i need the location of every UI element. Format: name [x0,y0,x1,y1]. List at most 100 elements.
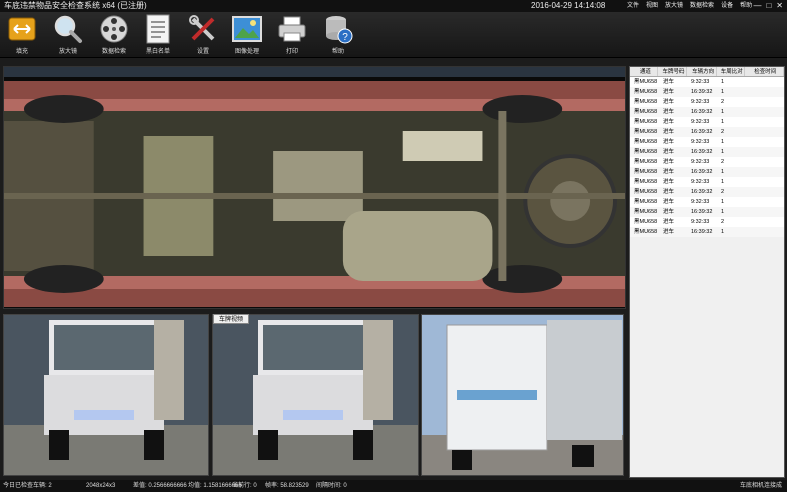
cell-compare: 2 [721,219,725,225]
col-channel[interactable]: 通道 [630,67,658,76]
cell-time: 9:32:33 [691,99,710,105]
col-plate[interactable]: 车牌号码 [658,67,688,76]
table-row[interactable]: 黑MU658 进车 16:39:32 1 [630,227,784,237]
status-bar: 今日已检查车辆: 2 2048x24x3 差值: 0.2566666666 均值… [0,480,787,492]
blacklist-label: 黑白名单 [145,49,170,55]
close-button[interactable]: ✕ [776,0,783,12]
table-row[interactable]: 黑MU658 进车 16:39:32 2 [630,127,784,137]
table-row[interactable]: 黑MU658 进车 16:39:32 1 [630,147,784,157]
status-resolution: 2048x24x3 [86,483,116,489]
data-search-button[interactable]: 数据检索 [92,14,136,56]
menu-device[interactable]: 设备 [721,0,733,12]
fill-button[interactable]: 填充 [0,14,44,56]
settings-button[interactable]: 设置 [181,14,225,56]
film-reel-icon [99,14,129,44]
image-process-button[interactable]: 图像处理 [225,14,269,56]
cell-compare: 1 [721,199,725,205]
table-row[interactable]: 黑MU658 进车 16:39:32 1 [630,207,784,217]
list-document-icon [143,14,173,44]
cell-compare: 1 [721,89,725,95]
cell-direction: 进车 [663,79,675,85]
minimize-button[interactable]: — [753,0,761,12]
cell-plate: 黑MU658 [634,219,658,225]
table-row[interactable]: 黑MU658 进车 16:39:32 1 [630,87,784,97]
cell-plate: 黑MU658 [634,99,658,105]
cell-direction: 进车 [663,179,675,185]
cell-compare: 1 [721,209,725,215]
magnifier-button[interactable]: 放大镜 [46,14,90,56]
truck-front-image-1 [4,315,208,475]
table-row[interactable]: 黑MU658 进车 9:32:33 1 [630,177,784,187]
menu-file[interactable]: 文件 [627,0,639,12]
cell-time: 16:39:32 [691,209,713,215]
table-row[interactable]: 黑MU658 进车 9:32:33 1 [630,137,784,147]
cell-compare: 2 [721,99,725,105]
cell-time: 16:39:32 [691,189,713,195]
print-button[interactable]: 打印 [270,14,314,56]
status-current-row: 当前行: 0 [232,483,257,489]
table-row[interactable]: 黑MU658 进车 9:32:33 2 [630,157,784,167]
scan-header-strip [4,67,625,77]
table-row[interactable]: 黑MU658 进车 16:39:32 1 [630,107,784,117]
print-label: 打印 [285,49,298,55]
window-title: 车底违禁物品安全检查系统 x64 (已注册) [4,1,147,10]
inspection-record-table[interactable]: 通道 车牌号码 车辆方向 车周比对 检查时间 黑MU658 进车 9:32:33 1 黑… [629,66,785,478]
data-search-label: 数据检索 [101,49,126,55]
cell-plate: 黑MU658 [634,139,658,145]
help-label: 帮助 [331,49,344,55]
cell-compare: 2 [721,189,725,195]
col-time[interactable]: 检查时间 [745,67,784,76]
magnifier-icon [53,14,83,44]
status-diff: 差值: 0.2566666666 [133,483,187,489]
table-row[interactable]: 黑MU658 进车 9:32:33 2 [630,217,784,227]
cell-time: 16:39:32 [691,129,713,135]
printer-icon [277,14,307,44]
cell-time: 9:32:33 [691,119,710,125]
window-controls: — □ ✕ [753,0,783,12]
magnifier-label: 放大镜 [58,49,77,55]
status-interval: 间隔时间: 0 [316,483,347,489]
status-count: 今日已检查车辆: 2 [3,483,52,489]
fill-label: 填充 [15,49,28,55]
cell-direction: 进车 [663,109,675,115]
camera-feed-1[interactable] [3,314,209,476]
cell-time: 16:39:32 [691,109,713,115]
cell-direction: 进车 [663,189,675,195]
cell-compare: 1 [721,149,725,155]
cell-plate: 黑MU658 [634,179,658,185]
tab-plate-video[interactable]: 车牌视频 [213,314,249,324]
menu-data-search[interactable]: 数据检索 [690,0,714,12]
blacklist-button[interactable]: 黑白名单 [136,14,180,56]
cell-direction: 进车 [663,149,675,155]
menu-help[interactable]: 帮助 [740,0,752,12]
undercarriage-image [4,81,625,307]
settings-label: 设置 [196,49,209,55]
cell-direction: 进车 [663,169,675,175]
cell-direction: 进车 [663,159,675,165]
menu-bar: 文件 视图 放大镜 数据检索 设备 帮助 [627,0,759,12]
table-row[interactable]: 黑MU658 进车 16:39:32 1 [630,167,784,177]
table-row[interactable]: 黑MU658 进车 9:32:33 1 [630,197,784,207]
menu-view[interactable]: 视图 [646,0,658,12]
cell-plate: 黑MU658 [634,169,658,175]
status-fps: 帧率: 58.823529 [265,483,309,489]
table-row[interactable]: 黑MU658 进车 9:32:33 1 [630,117,784,127]
camera-feed-3[interactable] [421,314,624,476]
table-row[interactable]: 黑MU658 进车 9:32:33 2 [630,97,784,107]
maximize-button[interactable]: □ [766,0,771,12]
cell-plate: 黑MU658 [634,149,658,155]
col-direction[interactable]: 车辆方向 [687,67,717,76]
col-compare[interactable]: 车周比对 [717,67,745,76]
menu-magnifier[interactable]: 放大镜 [665,0,683,12]
svg-text:?: ? [342,32,348,43]
cell-time: 16:39:32 [691,169,713,175]
table-row[interactable]: 黑MU658 进车 9:32:33 1 [630,77,784,87]
cell-direction: 进车 [663,229,675,235]
undercarriage-scan-panel[interactable] [3,66,626,309]
camera-feed-2[interactable] [212,314,419,476]
status-camera-connection: 车底相机连接成功 [740,483,783,489]
table-row[interactable]: 黑MU658 进车 16:39:32 2 [630,187,784,197]
cell-time: 16:39:32 [691,89,713,95]
help-button[interactable]: ? 帮助 [316,14,360,56]
cell-direction: 进车 [663,209,675,215]
